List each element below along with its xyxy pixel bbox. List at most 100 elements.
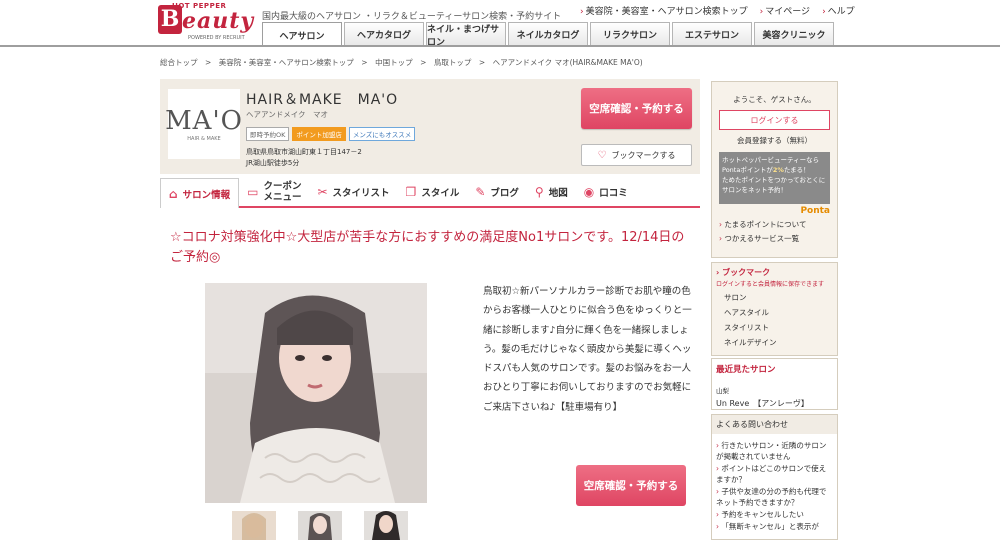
salon-header: MA'O HAIR & MAKE HAIR＆MAKE MA'O ヘアアンドメイク… [160,79,700,174]
thumbnail[interactable] [364,511,408,540]
header-divider [0,45,1000,47]
faq-item[interactable]: › 行きたいサロン・近隣のサロンが掲載されていません [716,440,833,462]
title-text: ブックマーク [722,268,771,277]
register-link[interactable]: 会員登録する（無料） [716,135,833,146]
faq-text: 子供や友達の分の予約も代理でネット予約できますか？ [716,487,827,507]
badge-instant: 即時予約OK [246,127,290,141]
tab-label: クーポン メニュー [263,181,302,203]
faq-title: よくある問い合わせ [712,415,837,434]
services-link[interactable]: › つかえるサービス一覧 [719,233,830,244]
tab-label: 地図 [548,188,568,199]
link-label: つかえるサービス一覧 [724,234,800,243]
tab-nail-salon[interactable]: ネイル・まつげサロン [426,22,506,48]
salon-logo: MA'O HAIR & MAKE [165,89,243,159]
top-links: › 美容院・美容室・ヘアサロン検索トップ › マイページ › ヘルプ [580,4,855,17]
arrow-icon: › [580,7,584,17]
map-pin-icon: ⚲ [534,185,544,199]
tab-esthe-salon[interactable]: エステサロン [672,22,752,46]
salon-address: 鳥取県鳥取市湖山町東１丁目147－2 JR湖山駅徒歩5分 [246,147,362,169]
ponta-text: ホットペッパービューティーなら [722,156,820,164]
reserve-button-2[interactable]: 空席確認・予約する [576,465,686,506]
ponta-label-2: たまる！ [783,166,810,174]
site-logo[interactable]: HOT PEPPER B eauty POWERED BY RECRUIT [158,2,253,42]
tab-nail-catalog[interactable]: ネイルカタログ [508,22,588,46]
book-icon: ❐ [405,185,417,199]
ponta-percent: 2% [772,166,784,174]
tab-blog[interactable]: ✎ ブログ [467,178,527,206]
heart-icon: ♡ [597,149,607,161]
help-link[interactable]: › ヘルプ [822,4,855,17]
portrait-image [205,283,427,503]
bookmark-stylist-link[interactable]: スタイリスト [724,322,833,333]
tab-label: サロン情報 [182,189,231,201]
address-line: 鳥取県鳥取市湖山町東１丁目147－2 [246,148,362,156]
ponta-logo: Ponta [800,206,830,216]
recent-area: 山梨 [716,387,729,395]
home-icon: ⌂ [169,186,178,201]
tab-beauty-clinic[interactable]: 美容クリニック [754,22,834,46]
bookmark-style-link[interactable]: ヘアスタイル [724,307,833,318]
catch-copy: ☆コロナ対策強化中☆大型店が苦手な方におすすめの満足度No1サロンです。12/1… [170,230,685,265]
bookmark-salon-link[interactable]: サロン [724,292,833,303]
tab-stylist[interactable]: ✂ スタイリスト [309,178,397,206]
faq-text: 行きたいサロン・近隣のサロンが掲載されていません [716,441,827,461]
salon-photo[interactable] [205,283,427,503]
salon-description: 鳥取初☆新パーソナルカラー診断でお肌や瞳の色からお客様一人ひとりに似合う色をゆっ… [483,286,692,413]
salon-logo-sub: HAIR & MAKE [187,136,221,142]
badge-mens: メンズにもオススメ [348,127,416,141]
access-line: JR湖山駅徒歩5分 [246,159,300,167]
ponta-text-3: ためたポイントをつかっておとくにサロンをネット予約！ [722,176,826,194]
breadcrumb[interactable]: 総合トップ > 美容院・美容室・ヘアサロン検索トップ > 中国トップ > 鳥取ト… [160,57,643,68]
tab-relax-salon[interactable]: リラクサロン [590,22,670,46]
welcome-text: ようこそ、ゲストさん。 [733,95,816,104]
salon-logo-text: MA'O [165,106,243,136]
salon-kana: ヘアアンドメイク マオ [246,110,329,119]
link-label: 美容院・美容室・ヘアサロン検索トップ [585,7,748,17]
bookmark-nail-link[interactable]: ネイルデザイン [724,337,833,348]
ponta-banner[interactable]: ホットペッパービューティーなら Pontaポイントが2%たまる！ ためたポイント… [719,152,830,204]
recent-salons-panel: 最近見たサロン 山梨 Un Reve 【アンレーヴ】 [711,358,838,410]
bookmark-button[interactable]: ♡ ブックマークする [581,144,692,166]
tab-label: スタイル [421,188,460,199]
login-button[interactable]: ログインする [719,110,830,130]
tab-coupon[interactable]: ▭ クーポン メニュー [239,178,309,206]
badge-points: ポイント加盟店 [292,127,346,141]
thumbnail[interactable] [232,511,276,540]
login-panel: ようこそ、ゲストさん。 ログインする 会員登録する（無料） ホットペッパービュー… [711,81,838,258]
tab-label: ブログ [490,188,519,199]
faq-text: ポイントはどこのサロンで使えますか？ [716,464,827,484]
search-top-link[interactable]: › 美容院・美容室・ヘアサロン検索トップ [580,4,748,17]
tagline: 国内最大級のヘアサロン ・リラク＆ビューティーサロン検索・予約サイト [262,12,562,22]
ponta-label: Pontaポイントが [722,166,773,174]
site-header: HOT PEPPER B eauty POWERED BY RECRUIT 国内… [0,0,1000,48]
tab-label: 口コミ [599,188,628,199]
bookmark-panel: › ブックマーク ログインすると会員情報に保存できます サロン ヘアスタイル ス… [711,262,838,356]
tab-reviews[interactable]: ◉ 口コミ [576,178,636,206]
faq-item[interactable]: › 「無断キャンセル」と表示が [716,521,833,532]
faq-panel: よくある問い合わせ › 行きたいサロン・近隣のサロンが掲載されていません › ポ… [711,414,838,540]
mypage-link[interactable]: › マイページ [760,4,810,17]
faq-item[interactable]: › ポイントはどこのサロンで使えますか？ [716,463,833,485]
reserve-button[interactable]: 空席確認・予約する [581,88,692,129]
bookmark-note: ログインすると会員情報に保存できます [716,281,825,288]
bookmark-label: ブックマークする [611,150,676,160]
points-link[interactable]: › たまるポイントについて [719,219,830,230]
bookmark-title: › ブックマーク [716,268,771,277]
tab-salon-info[interactable]: ⌂ サロン情報 [160,178,240,208]
recent-title: 最近見たサロン [716,365,776,375]
salon-name: HAIR＆MAKE MA'O [246,92,399,108]
link-label: ヘルプ [827,7,855,17]
faq-item[interactable]: › 子供や友達の分の予約も代理でネット予約できますか？ [716,486,833,508]
faq-item[interactable]: › 予約をキャンセルしたい [716,509,833,520]
photo-thumbnails [232,511,408,540]
tab-hair-catalog[interactable]: ヘアカタログ [344,22,424,46]
arrow-icon: › [822,7,826,17]
tab-hair-salon[interactable]: ヘアサロン [262,22,342,47]
salon-badges: 即時予約OK ポイント加盟店 メンズにもオススメ [246,127,416,141]
thumbnail[interactable] [298,511,342,540]
tab-map[interactable]: ⚲ 地図 [527,178,576,206]
tab-style[interactable]: ❐ スタイル [398,178,468,206]
recent-salon-link[interactable]: Un Reve 【アンレーヴ】 [716,398,833,409]
tab-label: スタイリスト [332,188,390,199]
faq-text: 「無断キャンセル」と表示が [721,522,819,531]
